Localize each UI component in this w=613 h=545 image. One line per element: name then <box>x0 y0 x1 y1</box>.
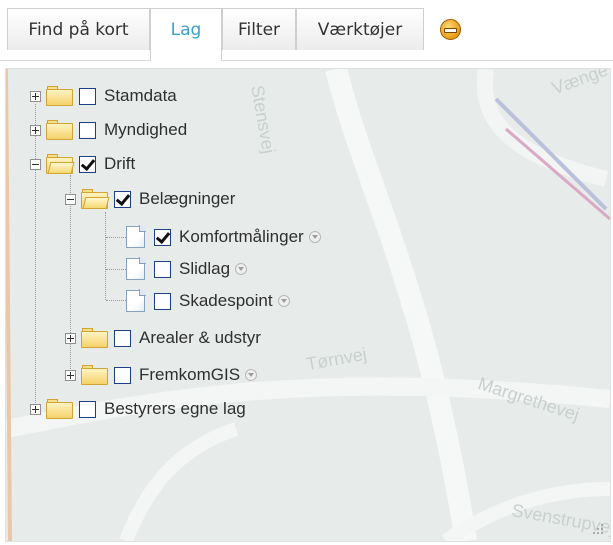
layer-checkbox-skadespoint[interactable] <box>154 292 171 310</box>
layer-label[interactable]: Slidlag <box>179 259 230 279</box>
info-icon[interactable] <box>245 369 258 381</box>
tree-node-skadespoint[interactable]: Skadespoint <box>122 289 290 313</box>
folder-open-icon <box>81 189 110 209</box>
tree-node-drift[interactable]: Drift <box>30 152 135 176</box>
folder-icon <box>46 399 73 419</box>
tree-connector <box>35 104 36 409</box>
tree-node-slidlag[interactable]: Slidlag <box>122 257 248 281</box>
tree-node-myndighed[interactable]: Myndighed <box>30 118 187 142</box>
layer-checkbox-arealer[interactable] <box>114 329 131 347</box>
tree-node-stamdata[interactable]: Stamdata <box>30 84 177 108</box>
tree-node-arealer[interactable]: Arealer & udstyr <box>65 326 261 350</box>
expand-icon[interactable] <box>30 90 41 102</box>
tree-node-bestyrer[interactable]: Bestyrers egne lag <box>30 397 246 421</box>
folder-open-icon <box>46 154 75 174</box>
layer-label[interactable]: Bestyrers egne lag <box>104 399 246 419</box>
expand-icon[interactable] <box>65 332 76 344</box>
layer-label[interactable]: Belægninger <box>139 189 235 209</box>
layer-label[interactable]: Myndighed <box>104 120 187 140</box>
layer-checkbox-komfortmaalinger[interactable] <box>154 228 171 246</box>
document-icon <box>126 257 146 280</box>
layer-label[interactable]: Drift <box>104 154 135 174</box>
expand-icon[interactable] <box>30 403 41 415</box>
tree-node-belaegninger[interactable]: Belægninger <box>65 187 235 211</box>
document-icon <box>126 289 146 312</box>
folder-icon <box>81 365 108 385</box>
tree-node-komfortmaalinger[interactable]: Komfortmålinger <box>122 225 321 249</box>
info-icon[interactable] <box>277 295 290 307</box>
layer-checkbox-belaegninger[interactable] <box>114 190 131 208</box>
folder-icon <box>81 328 108 348</box>
tree-node-fremkomgis[interactable]: FremkomGIS <box>65 363 258 387</box>
folder-icon <box>46 86 73 106</box>
layer-label[interactable]: Arealer & udstyr <box>139 328 261 348</box>
tree-connector <box>105 212 106 300</box>
layer-checkbox-slidlag[interactable] <box>154 260 171 278</box>
collapse-node-icon[interactable] <box>65 193 76 205</box>
info-icon[interactable] <box>235 263 248 275</box>
document-icon <box>126 225 146 248</box>
layer-checkbox-fremkomgis[interactable] <box>114 366 131 384</box>
folder-icon <box>46 120 73 140</box>
layer-tree: Stamdata Myndighed Drift Belægninger Kom… <box>0 0 613 545</box>
expand-icon[interactable] <box>30 124 41 136</box>
layer-checkbox-bestyrer[interactable] <box>79 400 96 418</box>
layer-checkbox-stamdata[interactable] <box>79 87 96 105</box>
expand-icon[interactable] <box>65 369 76 381</box>
layer-label[interactable]: FremkomGIS <box>139 365 240 385</box>
layer-label[interactable]: Skadespoint <box>179 291 273 311</box>
layer-checkbox-drift[interactable] <box>79 155 96 173</box>
collapse-node-icon[interactable] <box>30 158 41 170</box>
layer-label[interactable]: Stamdata <box>104 86 177 106</box>
info-icon[interactable] <box>308 231 321 243</box>
layer-label[interactable]: Komfortmålinger <box>179 227 304 247</box>
layer-checkbox-myndighed[interactable] <box>79 121 96 139</box>
